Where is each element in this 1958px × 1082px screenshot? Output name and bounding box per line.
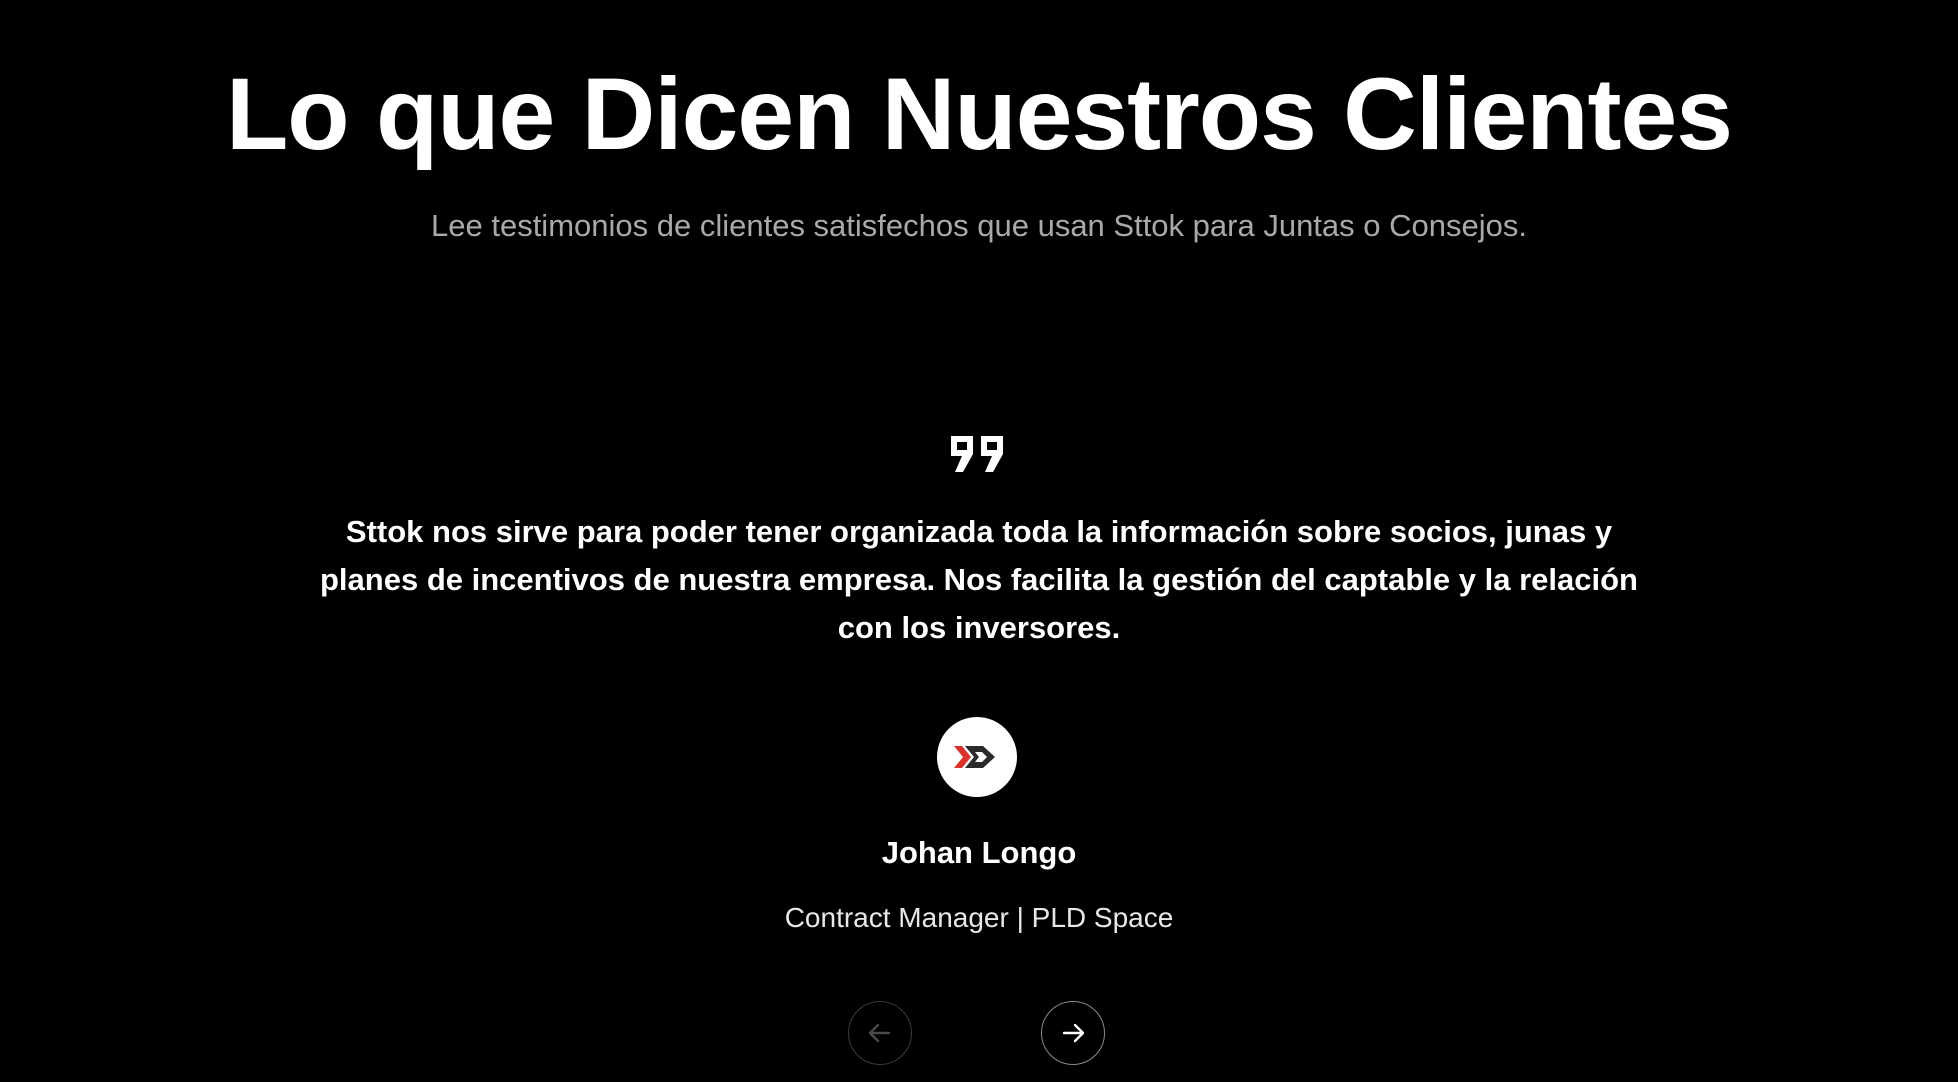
section-title: Lo que Dicen Nuestros Clientes: [226, 57, 1733, 171]
previous-button[interactable]: [848, 1001, 912, 1065]
next-button[interactable]: [1041, 1001, 1105, 1065]
testimonial-quote: Sttok nos sirve para poder tener organiz…: [320, 514, 1638, 645]
section-subtitle: Lee testimonios de clientes satisfechos …: [431, 208, 1527, 243]
arrow-left-icon: [868, 1023, 891, 1043]
quote-icon: [949, 434, 1007, 474]
company-logo: [937, 717, 1017, 797]
arrow-right-icon: [1062, 1023, 1085, 1043]
testimonials-section: Lo que Dicen Nuestros Clientes Lee testi…: [0, 0, 1958, 1082]
author-role: Contract Manager | PLD Space: [784, 902, 1174, 933]
author-name: Johan Longo: [881, 835, 1077, 870]
